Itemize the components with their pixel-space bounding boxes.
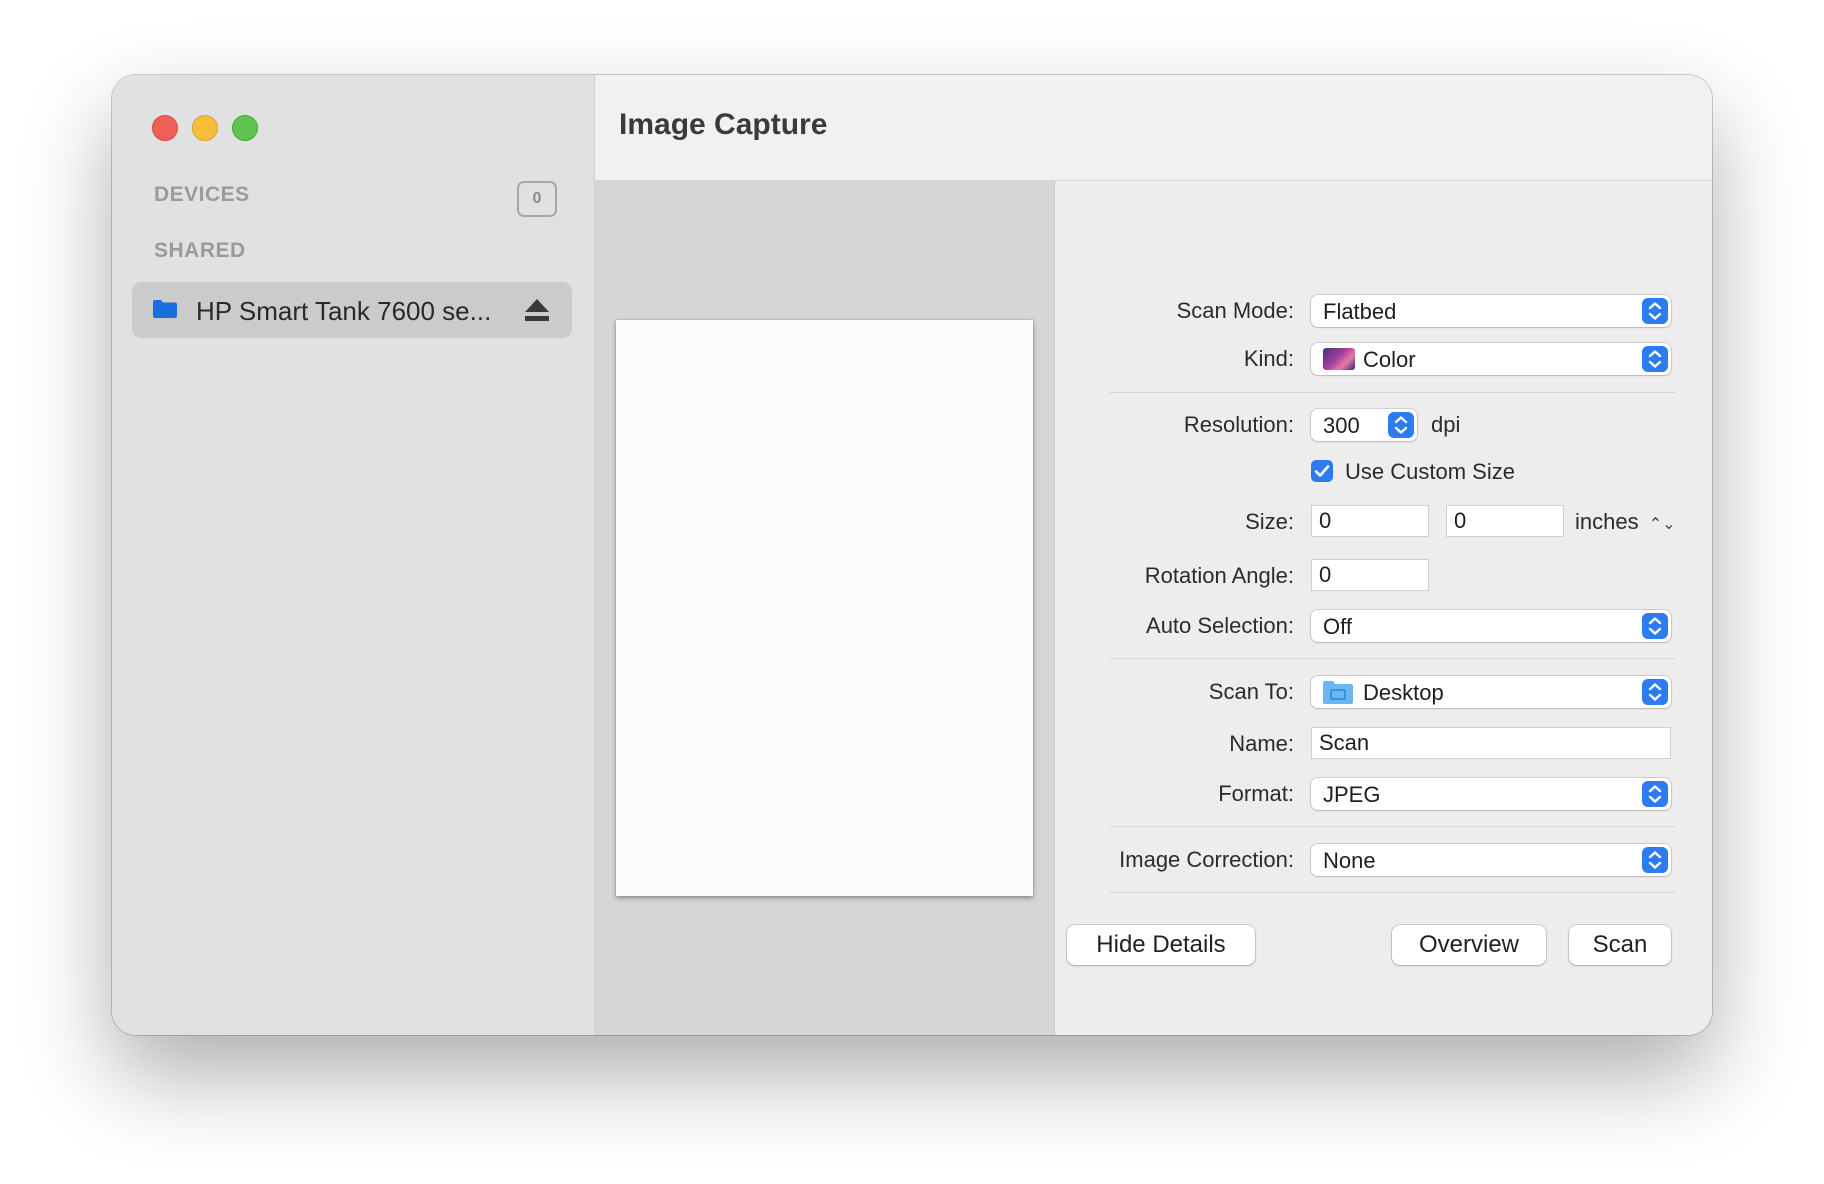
kind-popup[interactable]: Color	[1311, 343, 1671, 375]
chevron-updown-icon	[1642, 346, 1668, 372]
auto-selection-label: Auto Selection:	[1146, 613, 1294, 638]
scan-to-label: Scan To:	[1208, 679, 1294, 704]
chevron-updown-icon	[1642, 613, 1668, 639]
image-capture-window: DEVICES 0 SHARED HP Smart Tank 7600 se..…	[112, 75, 1712, 1035]
size-label: Size:	[1245, 509, 1294, 534]
scan-mode-value: Flatbed	[1323, 299, 1397, 324]
close-window-button[interactable]	[152, 115, 178, 141]
scan-to-popup[interactable]: Desktop	[1311, 676, 1671, 708]
rotation-angle-field[interactable]	[1311, 559, 1429, 591]
size-unit-popup[interactable]: inches ⌃⌄	[1575, 509, 1676, 535]
rotation-angle-label: Rotation Angle:	[1144, 563, 1294, 588]
sidebar-item-label: HP Smart Tank 7600 se...	[196, 296, 492, 326]
chevron-updown-icon	[1642, 847, 1668, 873]
chevron-updown-icon	[1642, 298, 1668, 324]
use-custom-size-label[interactable]: Use Custom Size	[1345, 459, 1515, 485]
resolution-value: 300	[1323, 413, 1360, 438]
devices-count-badge: 0	[517, 181, 557, 217]
divider	[1110, 658, 1675, 659]
chevron-updown-icon: ⌃⌄	[1648, 516, 1676, 533]
divider	[1110, 892, 1675, 893]
auto-selection-popup[interactable]: Off	[1311, 610, 1671, 642]
kind-value: Color	[1363, 347, 1416, 372]
hide-details-button[interactable]: Hide Details	[1067, 925, 1255, 965]
zoom-window-button[interactable]	[232, 115, 258, 141]
resolution-unit: dpi	[1431, 412, 1461, 437]
shared-header: SHARED	[154, 239, 246, 262]
image-correction-popup[interactable]: None	[1311, 844, 1671, 876]
format-popup[interactable]: JPEG	[1311, 778, 1671, 810]
overview-button[interactable]: Overview	[1392, 925, 1546, 965]
chevron-updown-icon	[1642, 679, 1668, 705]
format-value: JPEG	[1323, 782, 1381, 807]
folder-icon	[153, 300, 177, 318]
image-correction-label: Image Correction:	[1119, 847, 1294, 872]
resolution-popup[interactable]: 300	[1311, 409, 1417, 441]
scan-mode-popup[interactable]: Flatbed	[1311, 295, 1671, 327]
scan-mode-label: Scan Mode:	[1176, 298, 1294, 323]
eject-icon[interactable]	[524, 298, 550, 322]
chevron-updown-icon	[1642, 781, 1668, 807]
chevron-updown-icon	[1388, 412, 1414, 438]
scan-preview-page[interactable]	[616, 320, 1033, 896]
format-label: Format:	[1218, 781, 1294, 806]
scan-to-value: Desktop	[1363, 680, 1444, 705]
size-width-field[interactable]	[1311, 505, 1429, 537]
use-custom-size-checkbox[interactable]	[1311, 460, 1333, 482]
window-title: Image Capture	[619, 108, 828, 141]
color-image-icon	[1323, 348, 1355, 370]
kind-label: Kind:	[1243, 346, 1294, 371]
resolution-label: Resolution:	[1183, 412, 1294, 437]
image-correction-value: None	[1323, 848, 1376, 873]
name-label: Name:	[1229, 731, 1294, 756]
devices-header: DEVICES	[154, 183, 250, 206]
auto-selection-value: Off	[1323, 614, 1352, 639]
scan-preview-pane[interactable]	[595, 181, 1055, 1035]
divider	[1110, 826, 1675, 827]
minimize-window-button[interactable]	[192, 115, 218, 141]
sidebar: DEVICES 0 SHARED HP Smart Tank 7600 se..…	[112, 75, 595, 1035]
divider	[1110, 392, 1675, 393]
size-unit-value: inches	[1575, 509, 1639, 534]
title-bar: Image Capture	[595, 75, 1712, 181]
sidebar-item-hp-smart-tank[interactable]: HP Smart Tank 7600 se...	[132, 282, 572, 338]
scan-details-pane: Scan Mode: Flatbed Kind: Color Resolutio…	[1055, 181, 1712, 1035]
scan-button[interactable]: Scan	[1569, 925, 1671, 965]
desktop-folder-icon	[1323, 680, 1353, 704]
size-height-field[interactable]	[1446, 505, 1564, 537]
name-field[interactable]	[1311, 727, 1671, 759]
